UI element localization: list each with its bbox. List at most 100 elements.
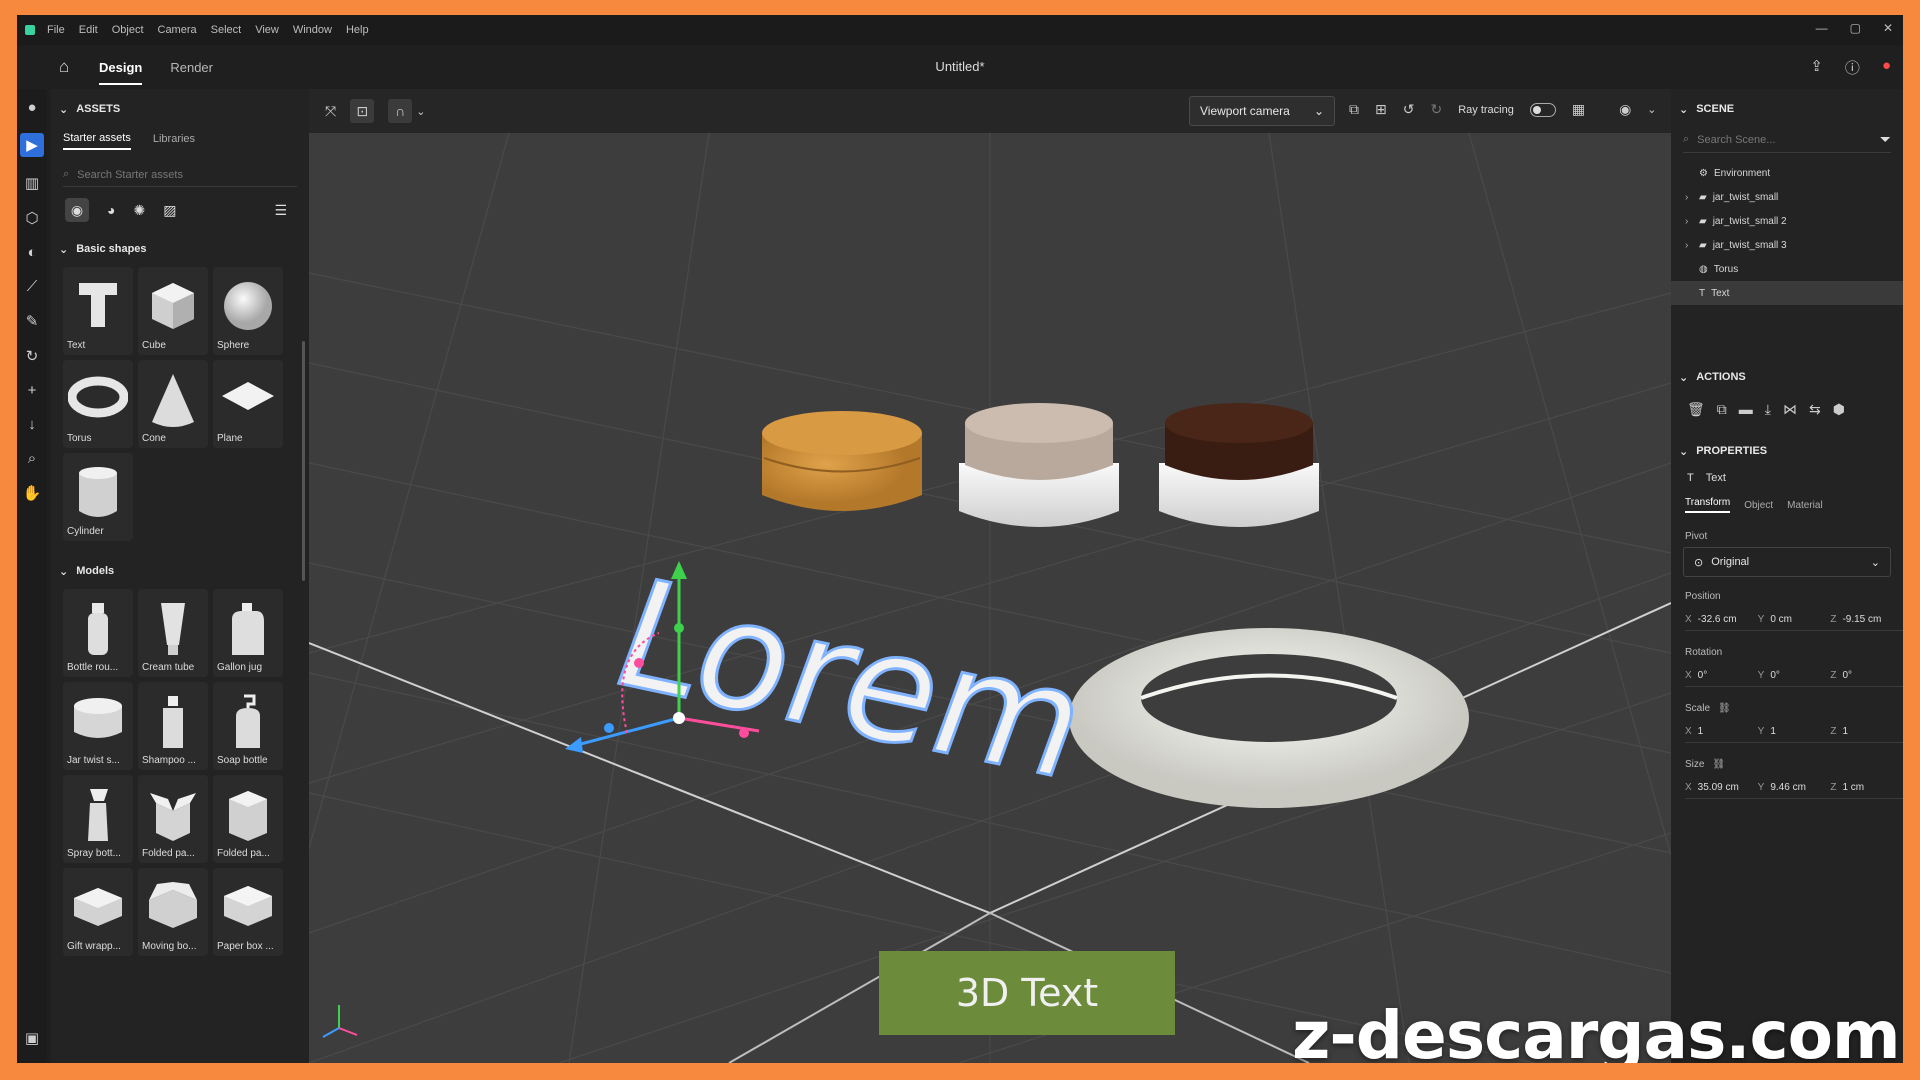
tab-transform[interactable]: Transform bbox=[1685, 497, 1731, 513]
position-z-field[interactable]: Z -9.15 cm bbox=[1830, 609, 1903, 631]
asset-model[interactable]: Shampoo ... bbox=[138, 682, 208, 770]
asset-model[interactable]: Paper box ... bbox=[213, 868, 283, 956]
scale-x-value[interactable]: 1 bbox=[1698, 726, 1704, 737]
asset-text[interactable]: Text bbox=[63, 267, 133, 355]
transform-icon[interactable]: ⤧ bbox=[325, 103, 336, 120]
position-y-field[interactable]: Y0 cm bbox=[1757, 609, 1831, 631]
link-icon[interactable]: ⛓ bbox=[1718, 703, 1731, 714]
assets-search-input[interactable]: Search Starter assets bbox=[77, 169, 183, 181]
link-icon[interactable]: ⛓ bbox=[1712, 759, 1725, 770]
viewport-canvas[interactable]: Lorem 3D Text bbox=[309, 133, 1671, 1063]
size-y-field[interactable]: Y 9.46 cm bbox=[1757, 777, 1831, 799]
filter-icon[interactable]: ⏷ bbox=[1880, 131, 1891, 148]
asset-model[interactable]: Soap bottle bbox=[213, 682, 283, 770]
zoom-icon[interactable]: ⌕ bbox=[28, 450, 36, 467]
asset-model[interactable]: Gallon jug bbox=[213, 589, 283, 677]
share-icon[interactable]: ⇪ bbox=[1810, 57, 1823, 78]
size-z-field[interactable]: Z1 cm bbox=[1830, 777, 1903, 799]
group-icon[interactable]: ▬ bbox=[1739, 401, 1753, 417]
notification-icon[interactable]: ● bbox=[1882, 57, 1891, 78]
list-view-icon[interactable]: ☰ bbox=[274, 202, 287, 219]
position-z-value[interactable]: -9.15 cm bbox=[1842, 614, 1881, 625]
mirror-icon[interactable]: ⋈ bbox=[1783, 401, 1797, 418]
rotation-z-value[interactable]: 0° bbox=[1842, 670, 1852, 681]
menu-edit[interactable]: Edit bbox=[79, 24, 98, 36]
scene-item-text[interactable]: T Text bbox=[1671, 281, 1903, 305]
chevron-down-icon[interactable]: ⌄ bbox=[1679, 371, 1688, 384]
rotation-y-value[interactable]: 0° bbox=[1770, 670, 1780, 681]
pen-icon[interactable]: ✎ bbox=[26, 312, 39, 330]
menu-camera[interactable]: Camera bbox=[158, 24, 197, 36]
lights-filter-icon[interactable]: ✺ bbox=[133, 202, 145, 219]
asset-model[interactable]: Folded pa... bbox=[213, 775, 283, 863]
undo-camera-icon[interactable]: ↺ bbox=[1403, 101, 1415, 118]
scale-z-value[interactable]: 1 bbox=[1842, 726, 1848, 737]
rotation-z-field[interactable]: Z 0° bbox=[1830, 665, 1903, 687]
scene-item-group[interactable]: › ▰ jar_twist_small bbox=[1671, 185, 1903, 209]
chevron-down-icon[interactable]: ⌄ bbox=[416, 105, 425, 118]
scene-search-input[interactable]: Search Scene... bbox=[1697, 134, 1775, 146]
asset-model[interactable]: Folded pa... bbox=[138, 775, 208, 863]
asset-cylinder[interactable]: Cylinder bbox=[63, 453, 133, 541]
rotation-x-value[interactable]: 0° bbox=[1698, 670, 1708, 681]
scene-item-group[interactable]: › ▰ jar_twist_small 2 bbox=[1671, 209, 1903, 233]
camera-fit-icon[interactable]: ⊞ bbox=[1375, 101, 1387, 118]
ray-tracing-toggle[interactable] bbox=[1529, 102, 1556, 117]
help-icon[interactable]: ⓘ bbox=[1845, 57, 1860, 78]
chevron-down-icon[interactable]: ⌄ bbox=[1679, 103, 1688, 116]
scene-item-torus[interactable]: ◍ Torus bbox=[1671, 257, 1903, 281]
chevron-down-icon[interactable]: ⌄ bbox=[59, 565, 68, 578]
asset-model[interactable]: Jar twist s... bbox=[63, 682, 133, 770]
asset-model[interactable]: Cream tube bbox=[138, 589, 208, 677]
asset-torus[interactable]: Torus bbox=[63, 360, 133, 448]
scale-y-field[interactable]: Y1 bbox=[1757, 721, 1831, 743]
tab-material[interactable]: Material bbox=[1787, 500, 1823, 511]
asset-model[interactable]: Bottle rou... bbox=[63, 589, 133, 677]
asset-cube[interactable]: Cube bbox=[138, 267, 208, 355]
chevron-down-icon[interactable]: ⌄ bbox=[59, 243, 68, 256]
pivot-select[interactable]: ⊙ Original ⌄ bbox=[1683, 547, 1891, 577]
menu-file[interactable]: File bbox=[47, 24, 65, 36]
scene-search[interactable]: ⌕ Search Scene... ⏷ bbox=[1683, 127, 1891, 153]
scale-x-field[interactable]: X1 bbox=[1685, 721, 1758, 743]
asset-model[interactable]: Gift wrapp... bbox=[63, 868, 133, 956]
menu-help[interactable]: Help bbox=[346, 24, 369, 36]
rotation-x-field[interactable]: X 0° bbox=[1685, 665, 1758, 687]
images-filter-icon[interactable]: ▨ bbox=[163, 202, 176, 219]
chevron-down-icon[interactable]: ⌄ bbox=[59, 103, 68, 116]
position-y-value[interactable]: 0 cm bbox=[1770, 614, 1792, 625]
maximize-icon[interactable]: ▢ bbox=[1850, 21, 1861, 35]
chart-icon[interactable]: ▥ bbox=[25, 174, 39, 192]
asset-plane[interactable]: Plane bbox=[213, 360, 283, 448]
eye-icon[interactable]: ◉ bbox=[1619, 101, 1631, 118]
wand-icon[interactable]: ⟋ bbox=[27, 278, 38, 295]
size-x-value[interactable]: 35.09 cm bbox=[1698, 782, 1739, 793]
minimize-icon[interactable]: — bbox=[1816, 21, 1828, 35]
materials-filter-icon[interactable]: ◕ bbox=[107, 202, 115, 218]
menu-window[interactable]: Window bbox=[293, 24, 332, 36]
size-z-value[interactable]: 1 cm bbox=[1842, 782, 1864, 793]
render-preview-icon[interactable]: ▦ bbox=[1572, 101, 1585, 118]
scale-z-field[interactable]: Z1 bbox=[1830, 721, 1903, 743]
position-x-field[interactable]: X -32.6 cm bbox=[1685, 609, 1758, 631]
assets-scrollbar[interactable] bbox=[302, 341, 305, 581]
models-filter-icon[interactable]: ◉ bbox=[65, 198, 89, 222]
select-tool-icon[interactable]: ▶ bbox=[20, 133, 44, 157]
tab-starter-assets[interactable]: Starter assets bbox=[63, 132, 131, 150]
chevron-down-icon[interactable]: ⌄ bbox=[1679, 445, 1688, 458]
asset-sphere[interactable]: Sphere bbox=[213, 267, 283, 355]
asset-model[interactable]: Moving bo... bbox=[138, 868, 208, 956]
asset-model[interactable]: Spray bott... bbox=[63, 775, 133, 863]
tab-render[interactable]: Render bbox=[170, 54, 213, 81]
close-icon[interactable]: ✕ bbox=[1883, 21, 1893, 35]
tab-libraries[interactable]: Libraries bbox=[153, 133, 195, 149]
size-y-value[interactable]: 9.46 cm bbox=[1770, 782, 1806, 793]
menu-select[interactable]: Select bbox=[211, 24, 242, 36]
tab-object[interactable]: Object bbox=[1744, 500, 1773, 511]
size-x-field[interactable]: X 35.09 cm bbox=[1685, 777, 1758, 799]
camera-select[interactable]: Viewport camera ⌄ bbox=[1189, 96, 1335, 126]
scene-item-group[interactable]: › ▰ jar_twist_small 3 bbox=[1671, 233, 1903, 257]
drop-icon[interactable]: ↓ bbox=[28, 416, 36, 433]
drop-to-ground-icon[interactable]: ⤓ bbox=[1765, 401, 1771, 418]
position-x-value[interactable]: -32.6 cm bbox=[1698, 614, 1737, 625]
